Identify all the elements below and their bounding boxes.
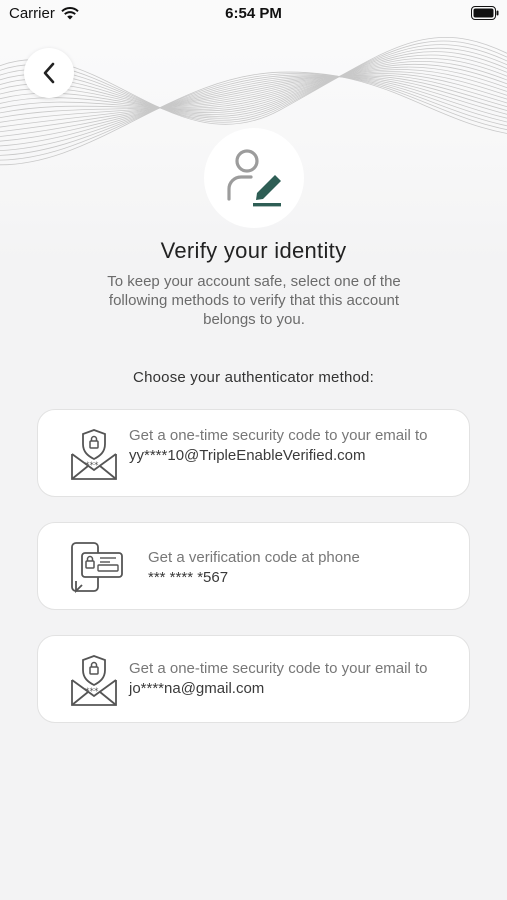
- back-button[interactable]: [24, 48, 74, 98]
- user-edit-icon: [227, 149, 281, 207]
- method-description: Get a one-time security code to your ema…: [129, 659, 449, 699]
- method-card-email-2[interactable]: *** Get a one-time security code to your…: [37, 635, 470, 723]
- email-shield-icon: ***: [69, 654, 119, 713]
- svg-text:***: ***: [85, 687, 99, 697]
- method-description: Get a verification code at phone *** ***…: [148, 548, 448, 588]
- method-text: Get a one-time security code to your ema…: [129, 427, 428, 444]
- page-title: Verify your identity: [160, 238, 347, 263]
- page-subtitle: To keep your account safe, select one of…: [107, 273, 401, 328]
- verify-identity-badge: [204, 128, 304, 228]
- method-target: *** **** *567: [148, 569, 229, 586]
- method-text: Get a verification code at phone: [148, 549, 360, 566]
- email-shield-icon: ***: [69, 428, 119, 487]
- methods-heading: Choose your authenticator method:: [133, 369, 374, 386]
- phone-card-icon: [70, 541, 126, 600]
- method-card-email-1[interactable]: *** Get a one-time security code to your…: [37, 409, 470, 497]
- svg-text:***: ***: [85, 461, 99, 471]
- method-description: Get a one-time security code to your ema…: [129, 426, 449, 466]
- clock: 6:54 PM: [225, 5, 282, 22]
- chevron-left-icon: [43, 62, 55, 84]
- method-target: jo****na@gmail.com: [129, 680, 265, 697]
- method-card-phone[interactable]: Get a verification code at phone *** ***…: [37, 522, 470, 610]
- method-text: Get a one-time security code to your ema…: [129, 660, 428, 677]
- battery-icon: [471, 6, 499, 24]
- method-text-line: Get a one-time security code to your ema…: [129, 660, 427, 697]
- method-target: yy****10@TripleEnableVerified.com: [129, 447, 366, 464]
- status-bar: Carrier 6:54 PM: [0, 0, 507, 28]
